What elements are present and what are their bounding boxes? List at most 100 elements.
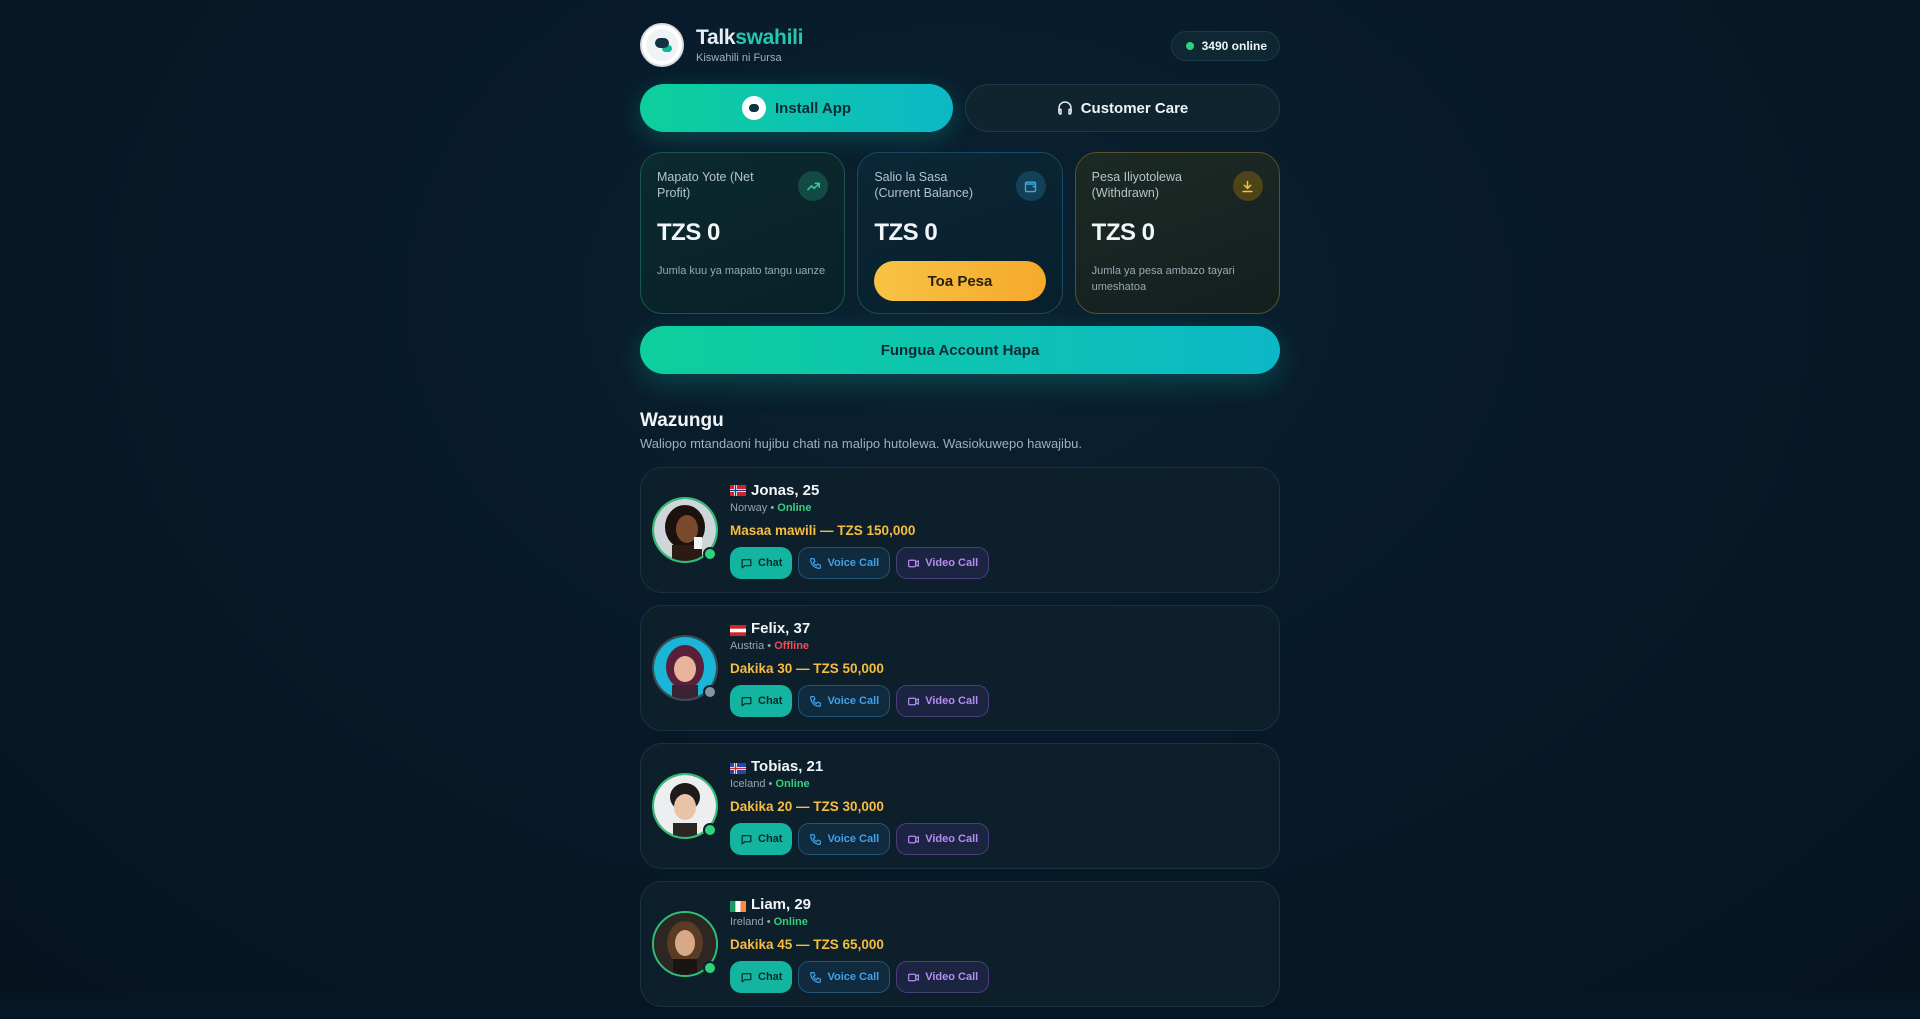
profile-country: Ireland — [730, 916, 764, 928]
withdrawn-value: TZS 0 — [1091, 219, 1155, 246]
phone-icon — [810, 971, 822, 983]
avatar-wrap — [652, 911, 718, 977]
chat-icon — [741, 972, 752, 982]
chat-label: Chat — [758, 695, 783, 707]
profile-info: Felix, 37 Austria • Offline Dakika 30 — … — [730, 620, 990, 717]
profile-country: Austria — [730, 640, 765, 652]
profile-name-row: Felix, 37 — [730, 620, 989, 637]
profile-list: Jonas, 25 Norway • Online Masaa mawili —… — [640, 467, 1280, 1007]
install-app-button[interactable]: Install App — [640, 84, 953, 132]
customer-care-button[interactable]: Customer Care — [965, 84, 1280, 132]
voice-call-label: Voice Call — [827, 971, 880, 983]
voice-call-button[interactable]: Voice Call — [798, 961, 891, 993]
current-balance-label: Salio la Sasa (Current Balance) — [874, 170, 973, 200]
net-profit-card: Mapato Yote (Net Profit) TZS 0 Jumla kuu… — [640, 152, 846, 314]
net-profit-label: Mapato Yote (Net Profit) — [657, 170, 754, 200]
section-title: Wazungu — [640, 410, 724, 431]
profile-card[interactable]: Tobias, 21 Iceland • Online Dakika 20 — … — [640, 743, 1280, 869]
app-logo-icon — [741, 96, 766, 120]
profile-name-row: Tobias, 21 — [730, 758, 989, 775]
profile-name: Felix, 37 — [751, 620, 811, 637]
chat-label: Chat — [758, 557, 783, 569]
profile-name: Jonas, 25 — [751, 482, 820, 499]
video-call-button[interactable]: Video Call — [896, 547, 990, 579]
avatar-wrap — [652, 635, 718, 701]
online-status-dot — [703, 547, 717, 561]
avatar-wrap — [652, 497, 718, 563]
phone-icon — [810, 557, 822, 569]
chat-icon — [741, 834, 752, 844]
chat-button[interactable]: Chat — [730, 961, 793, 993]
profile-price: Masaa mawili — TZS 150,000 — [730, 523, 916, 538]
profile-meta: Norway • Online — [730, 502, 812, 514]
brand: Talkswahili Kiswahili ni Fursa — [696, 26, 804, 64]
install-app-label: Install App — [774, 99, 852, 117]
video-call-label: Video Call — [925, 833, 979, 845]
profile-info: Liam, 29 Ireland • Online Dakika 45 — TZ… — [730, 896, 990, 993]
net-profit-note: Jumla kuu ya mapato tangu uanze — [657, 265, 826, 277]
video-call-button[interactable]: Video Call — [896, 823, 990, 855]
online-count-badge: 3490 online — [1170, 31, 1280, 61]
norway-flag-icon — [730, 485, 746, 496]
video-call-button[interactable]: Video Call — [896, 685, 990, 717]
withdrawn-card: Pesa Iliyotolewa (Withdrawn) TZS 0 Jumla… — [1074, 152, 1280, 314]
chat-button[interactable]: Chat — [730, 685, 793, 717]
brand-talk: Talk — [696, 26, 736, 49]
brand-title: Talkswahili — [696, 26, 804, 50]
brand-swahili: swahili — [735, 26, 804, 49]
profile-actions: Chat Voice Call Video Call — [730, 685, 990, 717]
video-call-label: Video Call — [925, 695, 979, 707]
withdraw-button[interactable]: Toa Pesa — [874, 261, 1046, 301]
video-call-label: Video Call — [925, 971, 979, 983]
video-icon — [908, 973, 920, 981]
profile-actions: Chat Voice Call Video Call — [730, 961, 990, 993]
iceland-flag-icon — [730, 761, 746, 774]
open-account-button[interactable]: Fungua Account Hapa — [640, 326, 1280, 374]
video-call-label: Video Call — [925, 557, 979, 569]
voice-call-button[interactable]: Voice Call — [798, 685, 891, 717]
ireland-flag-icon — [730, 899, 746, 912]
profile-country: Iceland — [730, 778, 766, 790]
video-icon — [908, 835, 920, 843]
current-balance-value: TZS 0 — [874, 219, 938, 246]
profile-price: Dakika 45 — TZS 65,000 — [730, 937, 884, 952]
app-logo[interactable] — [640, 23, 684, 67]
current-balance-card: Salio la Sasa (Current Balance) TZS 0 To… — [857, 152, 1063, 314]
profile-name-row: Liam, 29 — [730, 896, 989, 913]
withdrawn-label: Pesa Iliyotolewa (Withdrawn) — [1091, 170, 1182, 200]
chat-label: Chat — [758, 833, 783, 845]
video-call-button[interactable]: Video Call — [896, 961, 990, 993]
voice-call-button[interactable]: Voice Call — [798, 547, 891, 579]
video-icon — [908, 559, 920, 567]
profile-card[interactable]: Felix, 37 Austria • Offline Dakika 30 — … — [640, 605, 1280, 731]
profile-meta: Iceland • Online — [730, 778, 810, 790]
profile-status: Online — [773, 916, 808, 928]
avatar-wrap — [652, 773, 718, 839]
offline-status-dot — [703, 685, 717, 699]
profile-price: Dakika 20 — TZS 30,000 — [730, 799, 884, 814]
profile-name-row: Jonas, 25 — [730, 482, 989, 499]
profile-price: Dakika 30 — TZS 50,000 — [730, 661, 884, 676]
headphones-icon — [1057, 101, 1072, 115]
profile-status: Online — [777, 502, 812, 514]
chat-icon — [741, 696, 752, 706]
profile-meta: Ireland • Online — [730, 916, 808, 928]
voice-call-button[interactable]: Voice Call — [798, 823, 891, 855]
trend-up-icon — [798, 171, 829, 201]
profile-meta: Austria • Offline — [730, 640, 810, 652]
customer-care-label: Customer Care — [1080, 99, 1189, 117]
phone-icon — [810, 833, 822, 845]
profile-name: Tobias, 21 — [751, 758, 824, 775]
profile-card[interactable]: Liam, 29 Ireland • Online Dakika 45 — TZ… — [640, 881, 1280, 1007]
profile-info: Tobias, 21 Iceland • Online Dakika 20 — … — [730, 758, 990, 855]
header: Talkswahili Kiswahili ni Fursa 3490 onli… — [640, 0, 1280, 84]
chat-icon — [741, 558, 752, 568]
chat-button[interactable]: Chat — [730, 823, 793, 855]
download-icon — [1232, 171, 1263, 201]
profile-actions: Chat Voice Call Video Call — [730, 823, 990, 855]
stats-row: Mapato Yote (Net Profit) TZS 0 Jumla kuu… — [640, 152, 1280, 314]
profile-status: Online — [775, 778, 810, 790]
chat-button[interactable]: Chat — [730, 547, 793, 579]
profile-info: Jonas, 25 Norway • Online Masaa mawili —… — [730, 482, 990, 579]
profile-card[interactable]: Jonas, 25 Norway • Online Masaa mawili —… — [640, 467, 1280, 593]
